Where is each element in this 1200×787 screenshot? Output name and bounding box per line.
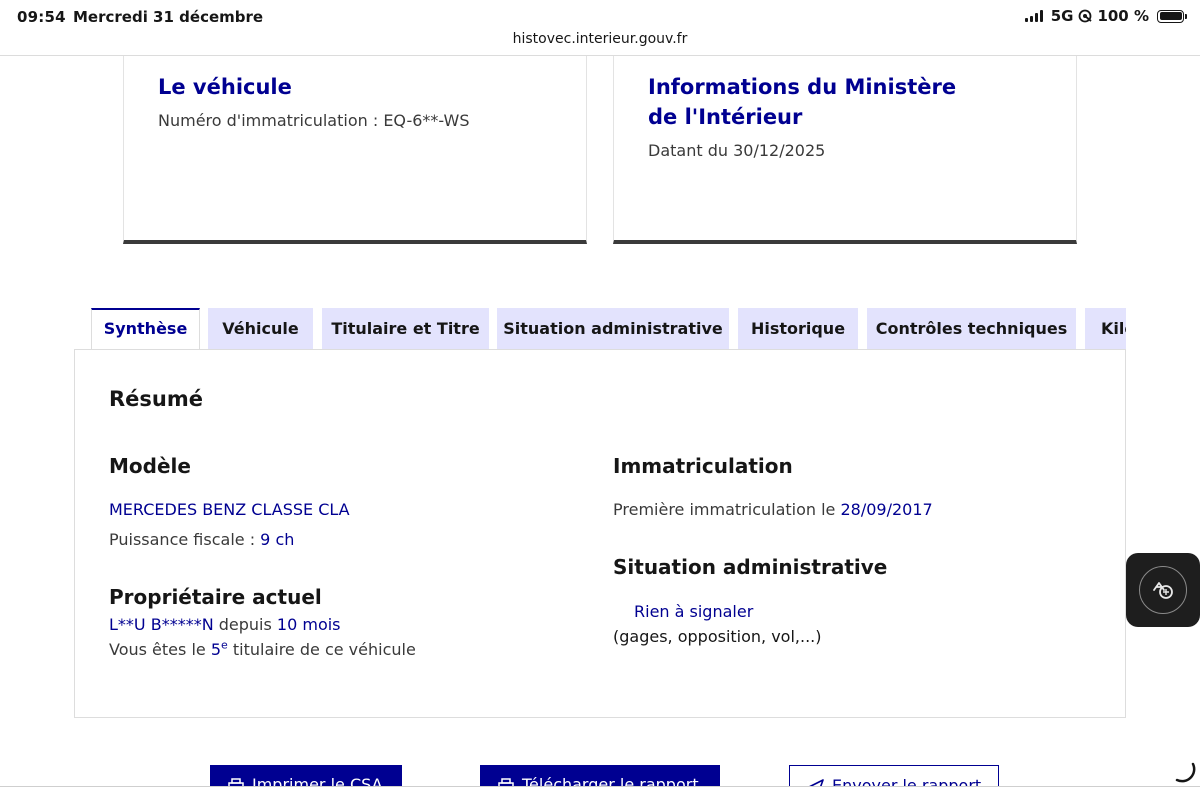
registration-number: Numéro d'immatriculation : EQ-6**-WS (158, 111, 470, 130)
battery-percent: 100 % (1097, 7, 1149, 25)
status-bar: 09:54 Mercredi 31 décembre 5G 100 % (0, 0, 1200, 34)
model-name: MERCEDES BENZ CLASSE CLA (109, 500, 350, 519)
owner-since-label: depuis (213, 615, 277, 634)
signal-icon (1024, 10, 1043, 22)
first-registration-date: 28/09/2017 (840, 500, 933, 519)
fiscal-power: Puissance fiscale : 9 ch (109, 530, 294, 549)
vehicle-card: Le véhicule Numéro d'immatriculation : E… (123, 56, 587, 244)
status-date: Mercredi 31 décembre (73, 8, 264, 26)
owner-heading: Propriétaire actuel (109, 585, 322, 609)
loading-spinner-icon (1175, 762, 1196, 783)
battery-icon (1157, 9, 1187, 23)
tab-synthese[interactable]: Synthèse (91, 308, 200, 350)
owner-info: L**U B*****N depuis 10 mois (109, 615, 341, 634)
status-indicators: 5G 100 % (1024, 7, 1187, 25)
tab-historique[interactable]: Historique (738, 308, 858, 350)
download-report-button[interactable]: Télécharger le rapport (480, 765, 720, 787)
screen-mirroring-icon (1079, 9, 1093, 23)
send-report-button[interactable]: Envoyer le rapport (789, 765, 999, 787)
ministry-card: Informations du Ministère de l'Intérieur… (613, 56, 1077, 244)
tab-vehicule[interactable]: Véhicule (208, 308, 313, 350)
model-heading: Modèle (109, 454, 191, 478)
tab-kilometrage[interactable]: Kilométrage (1085, 308, 1126, 350)
owner-rank: Vous êtes le 5e titulaire de ce véhicule (109, 640, 416, 659)
owner-rank-prefix: Vous êtes le (109, 640, 211, 659)
ministry-card-title: Informations du Ministère de l'Intérieur (648, 75, 957, 129)
owner-rank-suffix: titulaire de ce véhicule (227, 640, 416, 659)
owner-rank-number: 5 (210, 640, 221, 659)
vehicle-card-title: Le véhicule (158, 75, 292, 99)
tab-controles-techniques[interactable]: Contrôles techniques (867, 308, 1076, 350)
network-type: 5G (1050, 7, 1074, 25)
admin-situation-heading: Situation administrative (613, 555, 888, 579)
floating-translate-button[interactable] (1126, 553, 1200, 627)
print-csa-button[interactable]: Imprimer le CSA (210, 765, 402, 787)
admin-situation-status: Rien à signaler (634, 602, 754, 621)
status-time: 09:54 (17, 8, 66, 26)
tab-titulaire-titre[interactable]: Titulaire et Titre (322, 308, 489, 350)
owner-rank-sup: e (221, 638, 228, 652)
admin-situation-details: (gages, opposition, vol,...) (613, 627, 822, 646)
tab-situation-administrative[interactable]: Situation administrative (497, 308, 729, 350)
first-registration-label: Première immatriculation le (613, 500, 841, 519)
first-registration: Première immatriculation le 28/09/2017 (613, 500, 933, 519)
summary-panel: Résumé Modèle MERCEDES BENZ CLASSE CLA P… (74, 349, 1126, 718)
owner-since-value: 10 mois (276, 615, 341, 634)
translate-icon (1139, 566, 1187, 614)
tab-bar: Synthèse Véhicule Titulaire et Titre Sit… (91, 308, 1126, 350)
fiscal-power-label: Puissance fiscale : (109, 530, 261, 549)
fiscal-power-value: 9 ch (260, 530, 295, 549)
ministry-data-date: Datant du 30/12/2025 (648, 141, 826, 160)
owner-name: L**U B*****N (109, 615, 214, 634)
summary-title: Résumé (109, 387, 203, 411)
browser-url[interactable]: histovec.interieur.gouv.fr (0, 31, 1200, 47)
registration-heading: Immatriculation (613, 454, 793, 478)
